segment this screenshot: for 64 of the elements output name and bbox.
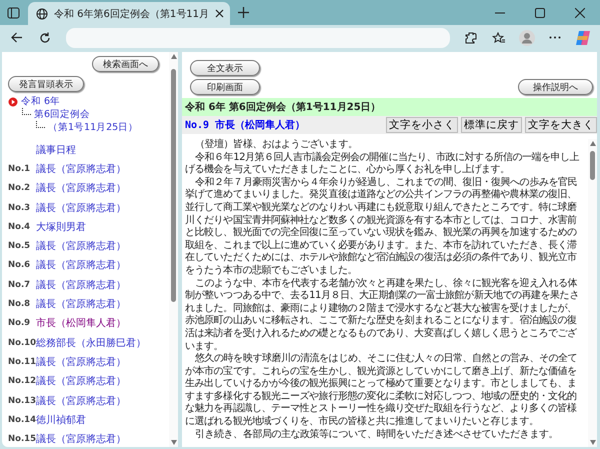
speech-number: No.9 [8, 318, 32, 328]
scroll-thumb[interactable] [590, 150, 595, 180]
speech-paragraph: 令和６年12月第６回人吉市議会定例会の開催に当たり、市政に対する所信の一端を申し上げる機会を与えていただきましたことに、心から厚くお礼を申し上げます。 [185, 152, 580, 176]
speaker-link[interactable]: 議長（宮原將志君） [36, 258, 126, 272]
speech-number: No.14 [8, 414, 36, 425]
scroll-down-icon[interactable] [170, 440, 176, 445]
speaker-link[interactable]: 議長（宮原將志君） [36, 278, 126, 292]
font-size-button[interactable]: 文字を大きく [525, 117, 597, 133]
play-icon [8, 96, 18, 106]
address-field[interactable] [66, 28, 450, 48]
font-size-button[interactable]: 標準に戻す [461, 117, 522, 133]
tree-link[interactable]: 第6回定例会 [34, 108, 90, 121]
speech-number: No.11 [8, 356, 36, 367]
speech-number: No.2 [8, 183, 32, 194]
scroll-down-icon[interactable] [590, 440, 596, 445]
speaker-link[interactable]: 議長（宮原將志君） [36, 239, 126, 254]
speech-paragraph: このような中、本市を代表する老舗が次々と再建を果たし、徐々に観光客を迎え入れる体制が整いつつある中で、去る11月８日、大正期創業の一富士旅館が新天地での再建を果たされました。同旅館は、豪雨により建物の２階まで浸水するなど甚大な被害を受けましたが、赤池原町の山あいに移転され、ここで新たな歴史を刻まれることになります。宿泊施設の復活は来訪者を受け入れるための礎となるものであり、大変喜ばしく嬉しく思うところでございます。 [185, 278, 580, 352]
session-title: 令和 6年 第6回定例会（第1号11月25日） [182, 98, 597, 116]
browser-tab[interactable]: 令和 6年第6回定例会（第1号11月 [28, 2, 230, 25]
speech-number: No.12 [8, 376, 36, 386]
speech-paragraph: 令和２年７月豪雨災害から４年余りが経過し、これまでの間、復旧・復興への歩みを官民挙げて進めてまいりました。発災直後は道路などの公共インフラの再整備や農林業の復旧、並行して商工業や観光業などのなりわい再建にも鋭意取り組んできたところです。特に球磨川くだりや国宝青井阿蘇神社など数多くの観光資源を有する本市としては、コロナ、水害前と比較し、観光面での完全回復に至っていない現状を鑑み、観光業の再興を加速するための取組を、これまで以上に進めていく必要があります。また、本市を訪れていただき、長く滞在していただくためには、ホテルや旅館など宿泊施設の復活は必須の条件であり、観光立市をうたう本市の悲願でもございました。 [185, 176, 578, 278]
speech-number: No.7 [8, 280, 32, 290]
close-icon[interactable] [215, 9, 224, 18]
tab-title: 令和 6年第6回定例会（第1号11月 [54, 8, 209, 20]
full-text-button[interactable]: 全文表示 [190, 60, 260, 76]
speaker-link[interactable]: 徳川禎郁君 [36, 412, 86, 427]
scrollbar[interactable] [588, 139, 597, 447]
speech-number: No.3 [8, 202, 32, 213]
speech-number: No.1 [8, 164, 32, 174]
speaker-link[interactable]: 議長（宮原將志君） [36, 354, 126, 369]
speaker-link[interactable]: 議長（宮原將志君） [36, 181, 126, 196]
speaker-link[interactable]: 議長（宮原將志君） [36, 297, 126, 312]
scroll-up-icon[interactable] [590, 141, 596, 146]
speech-paragraph: 悠久の時を映す球磨川の清流をはじめ、そこに住む人々の日常、自然との営み、その全てが本市の宝です。これらの宝を生かし、観光資源としていかにして磨き上げ、新たな価値を生み出していけるかが今後の観光振興にとって極めて重要となります。市としましても、ますます多様化する観光ニーズや旅行形態の変化に柔軟に対応しつつ、地域の歴史的・文化的な魅力を再認識し、テーマ性とストーリー性を織り交ぜた取組を行うなど、より多くの皆様に選ばれる観光地域づくりを、市民の皆様と共に推進してまいりたいと存じます。 [185, 353, 578, 428]
print-view-button[interactable]: 印刷画面 [190, 79, 260, 95]
speech-number: No.15 [8, 434, 36, 444]
speaker-link[interactable]: 総務部長（永田勝巳君） [36, 336, 146, 350]
globe-icon [36, 8, 48, 20]
speaker-link[interactable]: 議長（宮原將志君） [36, 374, 126, 388]
tree-link[interactable]: （第1号11月25日） [48, 121, 138, 134]
speech-number: No.13 [8, 396, 36, 406]
speech-number: No.8 [8, 299, 32, 310]
search-page-button[interactable]: 検索画面へ [92, 56, 159, 72]
speaker-link[interactable]: 議長（宮原將志君） [36, 162, 126, 176]
speaker-title: No.9 市長（松岡隼人君） [185, 118, 306, 132]
show-opening-button[interactable]: 発言冒頭表示 [8, 76, 84, 92]
font-size-button[interactable]: 文字を小さく [386, 117, 458, 133]
scroll-up-icon[interactable] [170, 54, 176, 59]
speaker-link[interactable]: 市長（松岡隼人君） [36, 316, 126, 330]
speaker-link[interactable]: 議長（宮原將志君） [36, 432, 126, 446]
speaker-link[interactable]: 議事日程 [36, 142, 76, 157]
speech-paragraph: （登壇）皆様、おはようございます。 [194, 139, 358, 152]
speaker-link[interactable]: 議長（宮原將志君） [36, 200, 126, 215]
speech-number: No.10 [8, 338, 36, 348]
help-button[interactable]: 操作説明へ [518, 79, 593, 95]
speech-number: No.6 [8, 260, 32, 270]
speech-paragraph: 引き続き、各部局の主な政策等について、時間をいただき述べさせていただきます。 [194, 428, 559, 442]
speaker-link[interactable]: 議長（宮原將志君） [36, 394, 126, 408]
tree-link[interactable]: 令和 6年 [21, 95, 60, 108]
speech-number: No.5 [8, 241, 32, 252]
speaker-link[interactable]: 大塚則男君 [36, 220, 86, 234]
scrollbar[interactable] [169, 52, 178, 447]
scroll-thumb[interactable] [171, 68, 176, 302]
speech-number: No.4 [8, 222, 32, 232]
